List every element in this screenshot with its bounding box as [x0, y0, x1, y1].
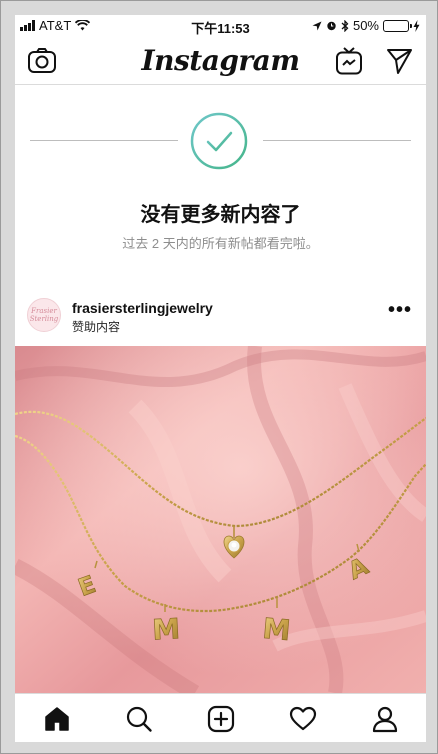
device-frame: AT&T 下午11:53 50% Instagram 没有更多新内容了 过去 2… — [0, 0, 438, 754]
location-icon — [312, 21, 322, 30]
pendant-letter-m1: M — [151, 612, 181, 646]
divider-left — [30, 140, 178, 141]
caught-up-title: 没有更多新内容了 — [140, 204, 301, 226]
avatar[interactable]: Frasier Sterling — [27, 298, 61, 332]
avatar-text-2: Sterling — [29, 315, 59, 323]
battery-icon — [383, 19, 412, 32]
more-options-button[interactable]: ••• — [388, 299, 412, 322]
status-right: 50% — [312, 18, 420, 33]
bottom-tab-bar — [15, 693, 426, 742]
igtv-icon[interactable] — [335, 46, 363, 76]
alarm-icon — [327, 21, 336, 31]
bluetooth-icon — [341, 19, 349, 32]
phone-screen: AT&T 下午11:53 50% Instagram 没有更多新内容了 过去 2… — [15, 15, 426, 742]
caught-up-section: 没有更多新内容了 过去 2 天内的所有新帖都看完啦。 — [15, 85, 426, 295]
post-image[interactable]: E M M A — [15, 346, 426, 693]
caught-up-subtitle: 过去 2 天内的所有新帖都看完啦。 — [122, 236, 319, 251]
instagram-logo[interactable]: Instagram — [15, 44, 426, 77]
check-circle-icon — [190, 112, 248, 170]
direct-message-icon[interactable] — [385, 47, 413, 75]
sponsored-label: 赞助内容 — [72, 320, 121, 334]
avatar-logo: Frasier Sterling — [28, 307, 60, 323]
profile-icon[interactable] — [371, 705, 399, 733]
charging-icon — [413, 19, 420, 32]
app-header: Instagram — [15, 37, 426, 85]
battery-percent: 50% — [352, 18, 379, 33]
pendant-letter-m2: M — [261, 612, 292, 647]
avatar-text-1: Frasier — [31, 307, 57, 315]
post-header: Frasier Sterling frasiersterlingjewelry 赞… — [15, 295, 426, 345]
activity-icon[interactable] — [289, 705, 317, 733]
home-icon[interactable] — [43, 705, 71, 733]
divider-right — [263, 140, 411, 141]
post-username[interactable]: frasiersterlingjewelry — [72, 300, 213, 316]
new-post-icon[interactable] — [207, 705, 235, 733]
status-bar: AT&T 下午11:53 50% — [15, 15, 426, 37]
search-icon[interactable] — [125, 705, 153, 733]
